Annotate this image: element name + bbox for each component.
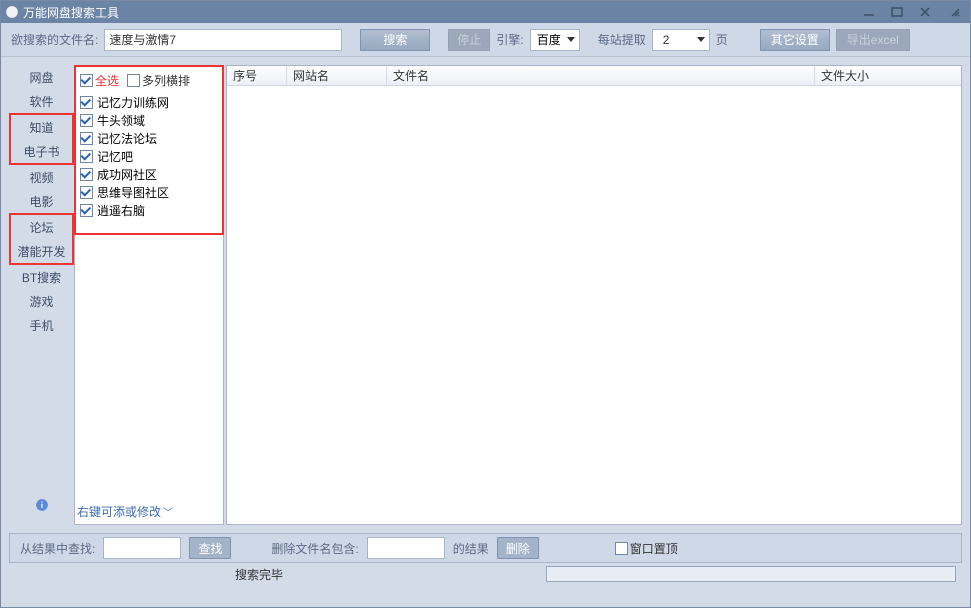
resize-grip-icon[interactable]: [940, 4, 966, 20]
app-icon: [5, 5, 19, 19]
checkbox-icon: [80, 186, 93, 199]
filter-bar: 从结果中查找: 查找 删除文件名包含: 的结果 删除 窗口置顶: [9, 533, 962, 563]
sidebar-item-zhidao[interactable]: 知道: [11, 115, 72, 139]
engine-selected-value: 百度: [537, 31, 561, 48]
source-item-label: 记忆力训练网: [97, 94, 169, 111]
multi-column-checkbox[interactable]: 多列横排: [127, 72, 190, 89]
page-unit-label: 页: [716, 31, 728, 48]
status-text: 搜索完毕: [235, 566, 283, 583]
find-in-results-label: 从结果中查找:: [20, 540, 95, 557]
search-label: 欲搜索的文件名:: [11, 31, 98, 48]
source-item[interactable]: 牛头领域: [78, 111, 220, 129]
sidebar-item-phone[interactable]: 手机: [9, 313, 74, 337]
find-in-results-input[interactable]: [103, 537, 181, 559]
source-item[interactable]: 记忆吧: [78, 147, 220, 165]
chevron-down-icon: [567, 37, 575, 42]
checkbox-icon: [615, 542, 628, 555]
col-index[interactable]: 序号: [227, 66, 287, 85]
caret-down-icon: ﹀: [163, 504, 173, 519]
find-button[interactable]: 查找: [189, 537, 231, 559]
other-settings-button[interactable]: 其它设置: [760, 29, 830, 51]
status-bar: 搜索完毕: [9, 563, 962, 585]
sidebar-item-ebook[interactable]: 电子书: [11, 139, 72, 163]
checkbox-icon: [80, 150, 93, 163]
col-filesize[interactable]: 文件大小: [815, 66, 961, 85]
search-toolbar: 欲搜索的文件名: 搜索 停止 引擎: 百度 每站提取 页 其它设置 导出exce…: [1, 23, 970, 57]
checkbox-icon: [80, 74, 93, 87]
source-item-label: 成功网社区: [97, 166, 157, 183]
checkbox-icon: [80, 96, 93, 109]
sidebar-item-video[interactable]: 视频: [9, 165, 74, 189]
sidebar-item-movie[interactable]: 电影: [9, 189, 74, 213]
sidebar-item-forum[interactable]: 论坛: [11, 215, 72, 239]
source-item-label: 记忆法论坛: [97, 130, 157, 147]
maximize-button[interactable]: [884, 4, 910, 20]
sidebar-item-netdisk[interactable]: 网盘: [9, 65, 74, 89]
sidebar-item-game[interactable]: 游戏: [9, 289, 74, 313]
checkbox-icon: [80, 132, 93, 145]
search-button[interactable]: 搜索: [360, 29, 430, 51]
source-item[interactable]: 成功网社区: [78, 165, 220, 183]
per-site-input[interactable]: [659, 31, 691, 49]
minimize-button[interactable]: [856, 4, 882, 20]
per-site-label: 每站提取: [598, 31, 646, 48]
delete-contains-label: 删除文件名包含:: [271, 540, 358, 557]
delete-contains-input[interactable]: [367, 537, 445, 559]
sidebar-item-software[interactable]: 软件: [9, 89, 74, 113]
engine-select[interactable]: 百度: [530, 29, 580, 51]
checkbox-icon: [80, 168, 93, 181]
col-filename[interactable]: 文件名: [387, 66, 815, 85]
pin-window-label: 窗口置顶: [630, 540, 678, 557]
search-input[interactable]: [104, 29, 342, 51]
delete-suffix-label: 的结果: [453, 540, 489, 557]
col-site[interactable]: 网站名: [287, 66, 387, 85]
source-item[interactable]: 记忆力训练网: [78, 93, 220, 111]
pin-window-checkbox[interactable]: 窗口置顶: [615, 540, 678, 557]
checkbox-icon: [80, 114, 93, 127]
results-body[interactable]: [227, 86, 961, 524]
title-bar: 万能网盘搜索工具: [1, 1, 970, 23]
results-panel: 序号 网站名 文件名 文件大小: [226, 65, 962, 525]
checkbox-icon: [80, 204, 93, 217]
source-item[interactable]: 逍遥右脑: [78, 201, 220, 219]
source-item-label: 逍遥右脑: [97, 202, 145, 219]
context-hint: 右键可添或修改 ﹀: [75, 499, 223, 524]
source-item[interactable]: 思维导图社区: [78, 183, 220, 201]
source-item-label: 牛头领域: [97, 112, 145, 129]
multi-column-label: 多列横排: [142, 72, 190, 89]
info-icon[interactable]: [35, 498, 49, 515]
results-header: 序号 网站名 文件名 文件大小: [227, 66, 961, 86]
chevron-down-icon: [697, 37, 705, 42]
close-button[interactable]: [912, 4, 938, 20]
sidebar-item-bt[interactable]: BT搜索: [9, 265, 74, 289]
sidebar-item-potential[interactable]: 潜能开发: [11, 239, 72, 263]
checkbox-icon: [127, 74, 140, 87]
select-all-checkbox[interactable]: 全选: [80, 72, 119, 89]
per-site-select[interactable]: [652, 29, 710, 51]
stop-button[interactable]: 停止: [448, 29, 490, 51]
progress-bar: [546, 566, 956, 582]
window-title: 万能网盘搜索工具: [23, 4, 119, 21]
export-excel-button[interactable]: 导出excel: [836, 29, 910, 51]
source-item-label: 记忆吧: [97, 148, 133, 165]
select-all-label: 全选: [95, 72, 119, 89]
engine-label: 引擎:: [496, 31, 523, 48]
category-sidebar: 网盘 软件 知道 电子书 视频 电影 论坛 潜能开发 BT搜索 游戏 手机: [9, 65, 74, 525]
source-item[interactable]: 记忆法论坛: [78, 129, 220, 147]
delete-button[interactable]: 删除: [497, 537, 539, 559]
source-list: 记忆力训练网牛头领域记忆法论坛记忆吧成功网社区思维导图社区逍遥右脑: [78, 89, 220, 229]
source-item-label: 思维导图社区: [97, 184, 169, 201]
